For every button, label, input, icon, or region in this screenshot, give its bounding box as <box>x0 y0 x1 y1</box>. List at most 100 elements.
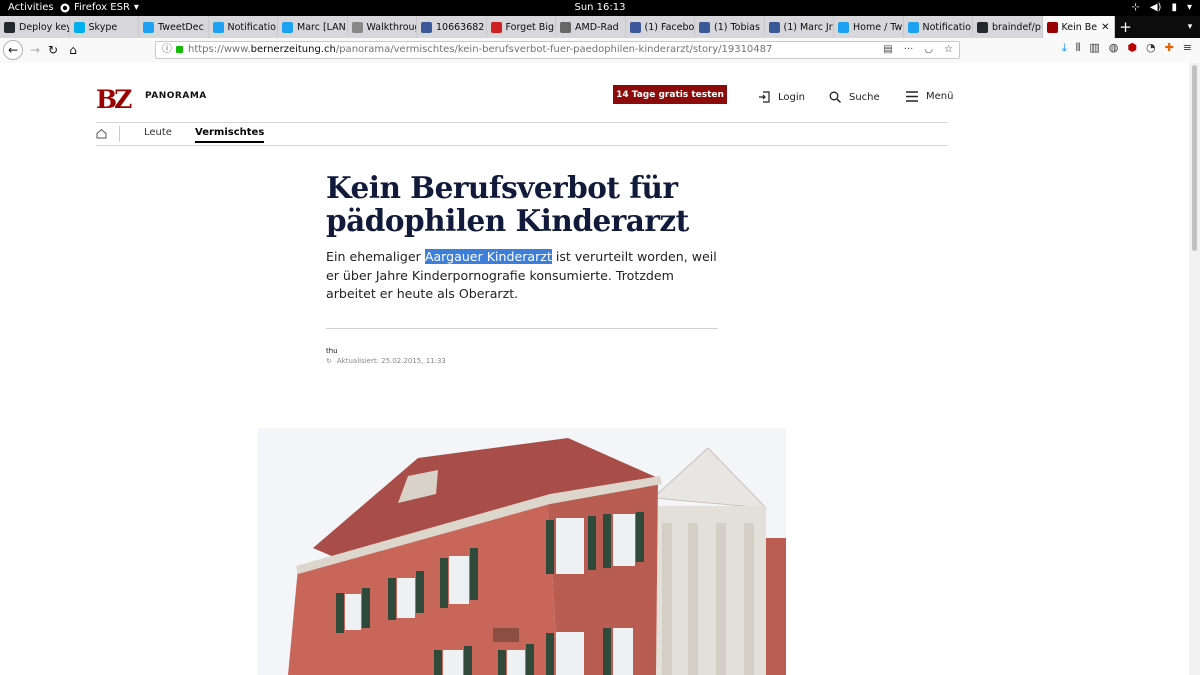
home-icon: ⌂ <box>69 43 77 57</box>
article-divider <box>326 328 718 329</box>
reload-icon: ↻ <box>47 43 59 57</box>
tab-title: 10663682 <box>436 21 485 33</box>
browser-tab[interactable]: Marc [LAN <box>278 16 348 38</box>
login-icon <box>759 91 770 103</box>
tab-title: (1) Facebo <box>644 21 695 33</box>
back-button[interactable]: ← <box>3 40 23 60</box>
arrow-left-icon: ← <box>7 43 19 57</box>
promo-button[interactable]: 14 Tage gratis testen <box>613 85 727 104</box>
article-photo[interactable] <box>258 428 786 675</box>
volume-icon: ◀) <box>1149 2 1162 13</box>
wikipedia-icon <box>560 21 571 33</box>
tab-title: Forget Big <box>505 21 554 33</box>
updated-text: Aktualisiert: 25.02.2015, 11:33 <box>336 357 446 365</box>
browser-tab[interactable]: Skype <box>69 16 139 38</box>
url-text[interactable]: https://www.bernerzeitung.ch/panorama/ve… <box>188 42 772 58</box>
tab-title: Notificatio <box>922 21 972 33</box>
login-label: Login <box>778 91 805 103</box>
browser-tab[interactable]: Notificatio <box>903 16 973 38</box>
tab-title: Walkthrough <box>366 21 417 33</box>
sidebar-icon[interactable]: ▥ <box>1089 41 1099 55</box>
tweetdeck-icon <box>143 21 154 33</box>
reader-view-icon[interactable]: ▤ <box>883 42 892 58</box>
pocket-icon[interactable]: ◡ <box>924 42 933 58</box>
bookmark-star-icon[interactable]: ☆ <box>944 42 953 58</box>
network-icon: ⊹ <box>1131 2 1140 13</box>
browser-tab[interactable]: (1) Marc Jr <box>764 16 834 38</box>
t-icon <box>490 21 502 33</box>
tab-strip: Deploy key Skype TweetDec Notificatio Marc [… <box>0 16 1200 38</box>
extension-icon[interactable]: ◍ <box>1109 41 1119 55</box>
browser-tab[interactable]: Kein Be ✕ <box>1042 16 1115 38</box>
site-logo[interactable]: BZ <box>96 85 132 114</box>
system-tray[interactable]: ⊹ ◀) ▮ ▾ <box>1131 0 1192 16</box>
tab-title: AMD-Rad <box>575 21 619 33</box>
sync-icon[interactable]: ◔ <box>1146 41 1156 55</box>
browser-tab[interactable]: Home / Tw <box>834 16 904 38</box>
url-bar[interactable]: ⓘ https://www.bernerzeitung.ch/panorama/… <box>155 41 960 59</box>
menu-button[interactable]: Menü <box>906 91 953 102</box>
article-updated: ↻ Aktualisiert: 25.02.2015, 11:33 <box>326 357 446 365</box>
chevron-down-icon: ▾ <box>133 2 139 13</box>
tab-title: Marc [LAN <box>297 21 346 33</box>
github-icon <box>977 21 988 33</box>
subnav-item-leute[interactable]: Leute <box>144 127 172 138</box>
hamburger-icon <box>906 91 918 102</box>
browser-tab[interactable]: (1) Facebo <box>625 16 695 38</box>
page-scrollbar[interactable] <box>1189 63 1200 675</box>
bz-icon <box>1046 21 1058 33</box>
addon-icon[interactable]: ✚ <box>1165 41 1174 55</box>
twitter-icon <box>212 21 224 33</box>
search-label: Suche <box>849 91 880 103</box>
adblock-icon[interactable]: ⬢ <box>1127 41 1137 55</box>
tab-title: Kein Be <box>1061 21 1098 33</box>
tab-title: Home / Tw <box>853 21 903 33</box>
reload-button[interactable]: ↻ <box>43 40 63 60</box>
lock-icon[interactable] <box>176 46 183 53</box>
tab-title: TweetDec <box>158 21 204 33</box>
close-tab-icon[interactable]: ✕ <box>1101 22 1109 33</box>
selected-text[interactable]: Aargauer Kinderarzt <box>424 249 552 264</box>
clock[interactable]: Sun 16:13 <box>0 0 1200 16</box>
library-icon[interactable]: ⫴ <box>1076 41 1081 55</box>
home-button[interactable]: ⌂ <box>63 40 83 60</box>
twitter-icon <box>282 21 293 33</box>
forward-button[interactable]: → <box>25 40 45 60</box>
browser-tab[interactable]: Walkthrough <box>347 16 417 38</box>
section-title[interactable]: PANORAMA <box>145 91 207 101</box>
info-icon[interactable]: ⓘ <box>162 42 172 58</box>
tab-title: braindef/p <box>992 21 1041 33</box>
article-author: thu <box>326 347 338 355</box>
page-actions-icon[interactable]: ··· <box>904 42 914 58</box>
browser-tab[interactable]: Forget Big <box>486 16 556 38</box>
new-tab-button[interactable]: + <box>1115 16 1137 38</box>
browser-tab[interactable]: Notificatio <box>208 16 278 38</box>
browser-tab[interactable]: (1) Tobias <box>695 16 765 38</box>
home-icon[interactable] <box>96 128 107 139</box>
app-menu[interactable]: Firefox ESR ▾ <box>60 0 139 16</box>
battery-icon: ▮ <box>1171 2 1177 13</box>
browser-tab[interactable]: braindef/p <box>973 16 1043 38</box>
browser-tab[interactable]: Deploy key <box>0 16 70 38</box>
search-icon <box>829 91 841 103</box>
browser-tab[interactable]: TweetDec <box>139 16 209 38</box>
search-link[interactable]: Suche <box>829 91 880 103</box>
tab-title: (1) Marc Jr <box>783 21 833 33</box>
app-name: Firefox ESR <box>74 2 130 13</box>
hamburger-menu-icon[interactable]: ≡ <box>1183 41 1192 55</box>
toolbar-right: ⤓ ⫴ ▥ ◍ ⬢ ◔ ✚ ≡ <box>1062 41 1192 55</box>
download-icon[interactable]: ⤓ <box>1062 41 1067 55</box>
scrollbar-thumb[interactable] <box>1192 65 1197 251</box>
header-divider <box>96 122 948 123</box>
browser-tab[interactable]: 10663682 <box>417 16 487 38</box>
gnome-top-bar: Activities Firefox ESR ▾ Sun 16:13 ⊹ ◀) … <box>0 0 1200 16</box>
subnav-item-vermischtes[interactable]: Vermischtes <box>195 127 265 143</box>
login-link[interactable]: Login <box>758 91 805 103</box>
tab-list-button[interactable]: ▾ <box>1180 16 1200 38</box>
browser-tab[interactable]: AMD-Rad <box>556 16 626 38</box>
activities-button[interactable]: Activities <box>8 0 54 16</box>
navigation-toolbar: ← → ↻ ⌂ ⓘ https://www.bernerzeitung.ch/p… <box>0 38 1200 64</box>
facebook-icon <box>421 21 432 33</box>
article-headline: Kein Berufsverbot für pädophilen Kindera… <box>326 170 689 238</box>
subnav-separator <box>119 126 120 142</box>
